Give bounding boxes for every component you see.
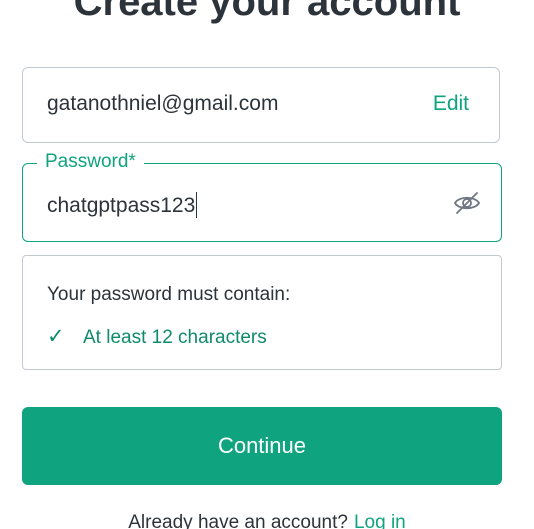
password-field[interactable]: Password* chatgptpass123: [22, 151, 502, 242]
email-field[interactable]: gatanothniel@gmail.com Edit: [22, 67, 500, 143]
text-caret: [196, 192, 198, 218]
password-value: chatgptpass123: [47, 194, 196, 217]
requirement-item: ✓ At least 12 characters: [47, 324, 267, 349]
login-prompt: Already have an account? Log in: [0, 512, 534, 529]
email-value: gatanothniel@gmail.com: [47, 92, 279, 115]
checkmark-icon: ✓: [47, 325, 65, 348]
requirements-title: Your password must contain:: [47, 284, 291, 305]
login-prompt-text: Already have an account?: [128, 512, 348, 529]
password-label: Password*: [37, 151, 144, 173]
page-title: Create your account: [73, 0, 461, 24]
continue-button[interactable]: Continue: [22, 407, 502, 485]
requirement-label: At least 12 characters: [83, 327, 267, 348]
eye-slash-icon[interactable]: [453, 190, 481, 216]
login-link[interactable]: Log in: [354, 512, 406, 529]
password-requirements: Your password must contain: ✓ At least 12…: [22, 255, 502, 370]
edit-email-link[interactable]: Edit: [433, 92, 469, 116]
signup-page: Create your account gatanothniel@gmail.c…: [0, 0, 534, 529]
password-input[interactable]: chatgptpass123: [47, 192, 198, 218]
